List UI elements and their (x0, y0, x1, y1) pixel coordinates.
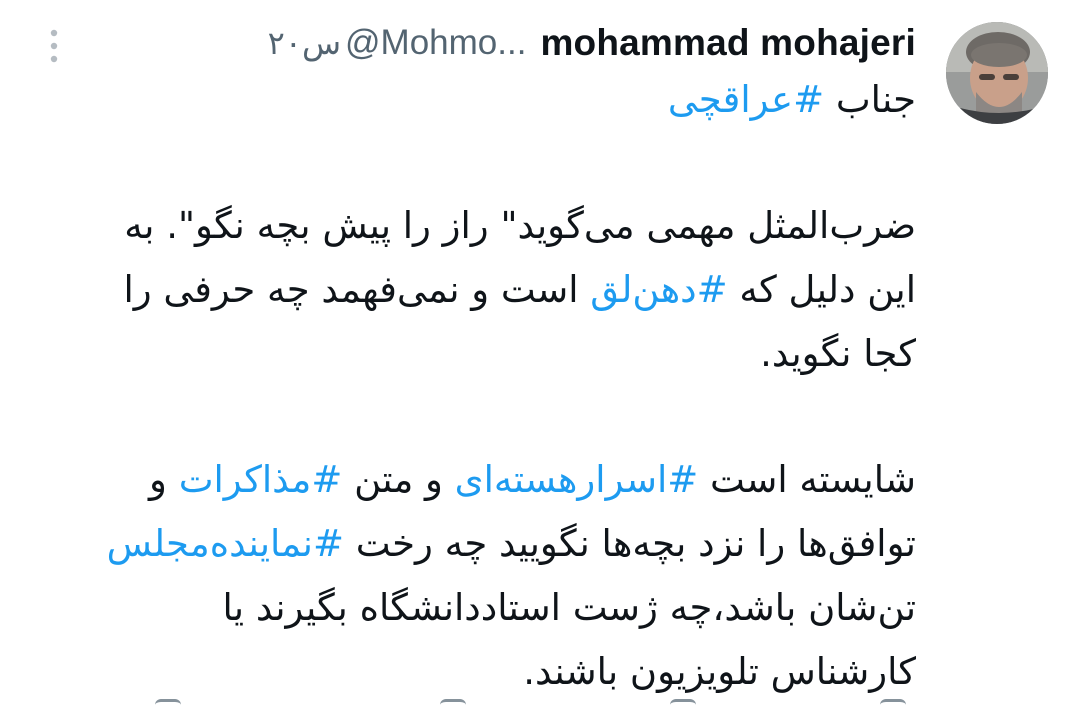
like-icon[interactable] (670, 699, 696, 708)
hashtag-link[interactable]: #اسرارهسته‌ای (455, 458, 699, 501)
tweet-line: شایسته است #اسرارهسته‌ای و متن #مذاکرات … (149, 458, 916, 501)
tweet-line: کجا نگوید. (760, 332, 916, 375)
views-icon[interactable] (880, 699, 906, 708)
tweet-card[interactable]: mohammad mohajeri @Mohmo... ۲۰س جناب #عر… (0, 0, 1080, 708)
paragraph-break (36, 386, 916, 448)
paragraph-break (36, 132, 916, 194)
tweet-line: تن‌شان باشد،چه ژست استاددانشگاه بگیرند ی… (222, 586, 916, 629)
retweet-icon[interactable] (440, 699, 466, 708)
tweet-line: جناب #عراقچی (667, 78, 916, 121)
tweet-header: mohammad mohajeri @Mohmo... ۲۰س (268, 18, 916, 68)
tweet-text: جناب #عراقچی ضرب‌المثل مهمی می‌گوید" راز… (36, 68, 916, 704)
tweet-line: کارشناس تلویزیون باشند. (523, 650, 916, 693)
author-display-name[interactable]: mohammad mohajeri (540, 22, 916, 64)
tweet-timestamp[interactable]: ۲۰س (268, 24, 341, 62)
hashtag-link[interactable]: #نماینده‌مجلس (107, 522, 344, 565)
avatar-photo (946, 22, 1048, 124)
tweet-line: ضرب‌المثل مهمی می‌گوید" راز را پیش بچه ن… (124, 204, 916, 247)
tweet-line: این دلیل که #دهن‌لق است و نمی‌فهمد چه حر… (123, 268, 916, 311)
hashtag-link[interactable]: #دهن‌لق (590, 268, 727, 311)
hashtag-link[interactable]: #عراقچی (668, 78, 824, 121)
hashtag-link[interactable]: #مذاکرات (179, 458, 343, 501)
author-handle[interactable]: @Mohmo... (345, 23, 526, 63)
tweet-actions-bar (0, 699, 1080, 708)
tweet-line: توافق‌ها را نزد بچه‌ها نگویید چه رخت #نم… (106, 522, 916, 565)
reply-icon[interactable] (155, 699, 181, 708)
more-vertical-icon[interactable] (44, 26, 64, 66)
author-avatar[interactable] (946, 22, 1048, 124)
